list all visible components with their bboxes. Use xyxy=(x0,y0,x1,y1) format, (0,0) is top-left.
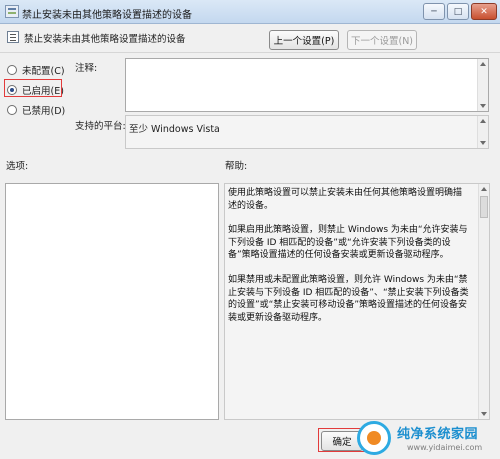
watermark-url: www.yidaimei.com xyxy=(407,443,483,452)
scroll-up-icon[interactable] xyxy=(480,119,486,123)
header-divider xyxy=(0,52,500,53)
watermark: 纯净系统家园 www.yidaimei.com xyxy=(355,418,500,459)
help-label: 帮助: xyxy=(225,161,248,172)
setting-title: 禁止安装未由其他策略设置描述的设备 xyxy=(24,34,186,45)
radio-label: 已禁用(D) xyxy=(22,106,66,117)
scroll-up-icon[interactable] xyxy=(481,187,487,191)
options-label: 选项: xyxy=(6,161,29,172)
watermark-title: 纯净系统家园 xyxy=(397,427,479,442)
comment-scrollbar[interactable] xyxy=(477,59,488,111)
comment-textarea[interactable] xyxy=(125,58,489,112)
help-paragraph: 使用此策略设置可以禁止安装未由任何其他策略设置明确描述的设备。 xyxy=(228,188,463,211)
platform-field: 至少 Windows Vista xyxy=(125,115,489,149)
scroll-up-icon[interactable] xyxy=(480,62,486,66)
help-paragraph: 如果禁用或未配置此策略设置，则允许 Windows 为未由“禁止安装与下列设备 … xyxy=(228,274,469,323)
radio-not-configured[interactable]: 未配置(C) xyxy=(7,63,65,77)
help-panel: 使用此策略设置可以禁止安装未由任何其他策略设置明确描述的设备。 如果启用此策略设… xyxy=(224,183,490,420)
scroll-down-icon[interactable] xyxy=(480,141,486,145)
scroll-down-icon[interactable] xyxy=(480,104,486,108)
window-title: 禁止安装未由其他策略设置描述的设备 xyxy=(22,10,192,21)
policy-icon xyxy=(5,5,19,18)
watermark-logo-icon xyxy=(357,421,391,455)
scroll-down-icon[interactable] xyxy=(481,412,487,416)
platform-scrollbar[interactable] xyxy=(477,116,488,148)
scroll-thumb[interactable] xyxy=(480,196,488,218)
help-paragraph: 如果启用此策略设置，则禁止 Windows 为未由“允许安装与下列设备 ID 相… xyxy=(228,225,468,261)
radio-circle[interactable] xyxy=(7,65,17,75)
close-button[interactable]: ✕ xyxy=(471,3,497,20)
title-bar: 禁止安装未由其他策略设置描述的设备 ─ □ ✕ xyxy=(0,0,500,24)
platform-label: 支持的平台: xyxy=(75,121,126,132)
previous-setting-button[interactable]: 上一个设置(P) xyxy=(269,30,339,50)
platform-value: 至少 Windows Vista xyxy=(129,124,220,135)
minimize-button[interactable]: ─ xyxy=(423,3,445,20)
radio-label: 未配置(C) xyxy=(22,66,65,77)
enabled-highlight-box xyxy=(4,79,62,97)
help-text: 使用此策略设置可以禁止安装未由任何其他策略设置明确描述的设备。 如果启用此策略设… xyxy=(228,187,470,324)
radio-circle[interactable] xyxy=(7,105,17,115)
radio-disabled[interactable]: 已禁用(D) xyxy=(7,103,65,117)
help-scrollbar[interactable] xyxy=(478,184,489,419)
next-setting-button[interactable]: 下一个设置(N) xyxy=(347,30,417,50)
maximize-button[interactable]: □ xyxy=(447,3,469,20)
setting-icon xyxy=(7,31,19,43)
options-panel xyxy=(5,183,219,420)
comment-label: 注释: xyxy=(75,63,98,74)
